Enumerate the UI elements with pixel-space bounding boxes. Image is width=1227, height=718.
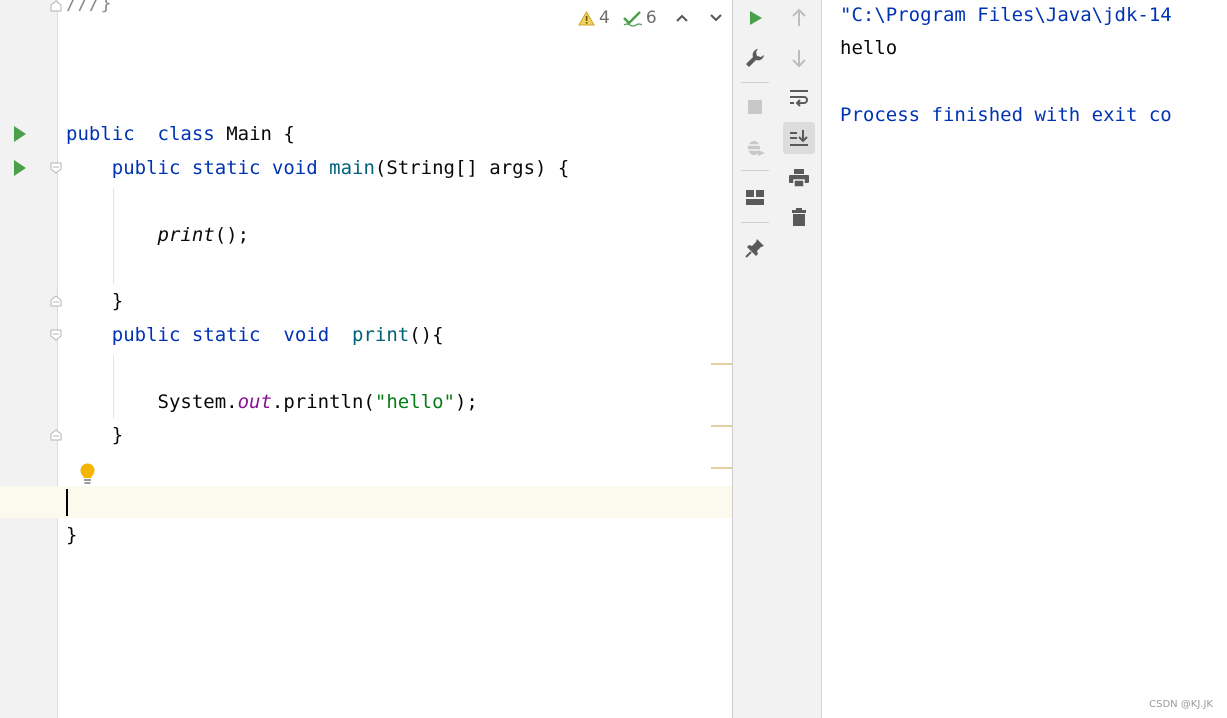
text-cursor bbox=[66, 489, 68, 516]
code-line[interactable]: public static void print(){ bbox=[66, 322, 444, 348]
run-toolbar bbox=[732, 0, 779, 718]
stop-button[interactable] bbox=[739, 91, 771, 123]
code-editor[interactable] bbox=[58, 0, 732, 718]
rerun-button[interactable] bbox=[739, 2, 771, 34]
toolbar-separator bbox=[741, 82, 769, 83]
run-class-icon[interactable] bbox=[14, 126, 26, 142]
check-icon bbox=[622, 10, 642, 27]
scroll-to-end-icon bbox=[790, 130, 808, 146]
print-button[interactable] bbox=[783, 162, 815, 194]
layout-icon bbox=[746, 190, 764, 205]
pin-tab-button[interactable] bbox=[739, 232, 771, 264]
code-line[interactable]: System.out.println("hello"); bbox=[66, 389, 478, 415]
weak-warning-count: 6 bbox=[645, 8, 657, 28]
soft-wrap-icon bbox=[790, 90, 808, 107]
run-main-icon[interactable] bbox=[14, 160, 26, 176]
inspection-widget[interactable]: 4 6 bbox=[578, 6, 723, 30]
bug-icon bbox=[746, 141, 765, 156]
run-icon bbox=[750, 11, 762, 25]
console-output-line: hello bbox=[840, 37, 898, 59]
soft-wrap-button[interactable] bbox=[783, 82, 815, 114]
lightbulb-icon[interactable] bbox=[79, 463, 96, 485]
code-line[interactable]: print(); bbox=[66, 222, 250, 248]
wrench-icon bbox=[746, 49, 764, 67]
warning-count: 4 bbox=[599, 8, 610, 28]
error-stripe-mark[interactable] bbox=[711, 425, 732, 427]
layout-button[interactable] bbox=[739, 182, 771, 214]
error-stripe-mark[interactable] bbox=[711, 363, 732, 365]
previous-occurrence-button[interactable] bbox=[783, 2, 815, 34]
arrow-down-icon bbox=[792, 50, 806, 68]
code-line[interactable]: } bbox=[66, 288, 123, 314]
arrow-up-icon bbox=[792, 8, 806, 26]
debug-button[interactable] bbox=[739, 131, 771, 163]
console-toolbar bbox=[778, 0, 822, 718]
stop-icon bbox=[748, 100, 762, 114]
pin-icon bbox=[745, 239, 764, 258]
code-line[interactable]: public class Main { bbox=[66, 121, 295, 147]
run-console[interactable]: "C:\Program Files\Java\jdk-14 hello Proc… bbox=[822, 0, 1227, 718]
trash-icon bbox=[792, 208, 806, 226]
printer-icon bbox=[789, 169, 809, 188]
code-line[interactable]: } bbox=[66, 422, 123, 448]
next-occurrence-button[interactable] bbox=[783, 42, 815, 74]
edit-configuration-button[interactable] bbox=[739, 42, 771, 74]
toolbar-separator bbox=[741, 170, 769, 171]
console-exit-message: Process finished with exit co bbox=[840, 104, 1172, 126]
warning-triangle-icon bbox=[578, 10, 595, 25]
console-command-line: "C:\Program Files\Java\jdk-14 bbox=[840, 4, 1172, 26]
clear-all-button[interactable] bbox=[783, 201, 815, 233]
toolbar-separator bbox=[741, 222, 769, 223]
code-line[interactable]: ///} bbox=[66, 0, 112, 16]
editor-gutter bbox=[0, 0, 62, 718]
watermark: CSDN @KJ.JK bbox=[1149, 699, 1213, 710]
chevron-down-icon[interactable] bbox=[709, 13, 723, 23]
code-line[interactable]: } bbox=[66, 522, 77, 548]
chevron-up-icon[interactable] bbox=[675, 13, 689, 23]
code-line[interactable]: public static void main(String[] args) { bbox=[66, 155, 570, 181]
scroll-to-end-button[interactable] bbox=[783, 122, 815, 154]
error-stripe-mark[interactable] bbox=[711, 467, 732, 469]
